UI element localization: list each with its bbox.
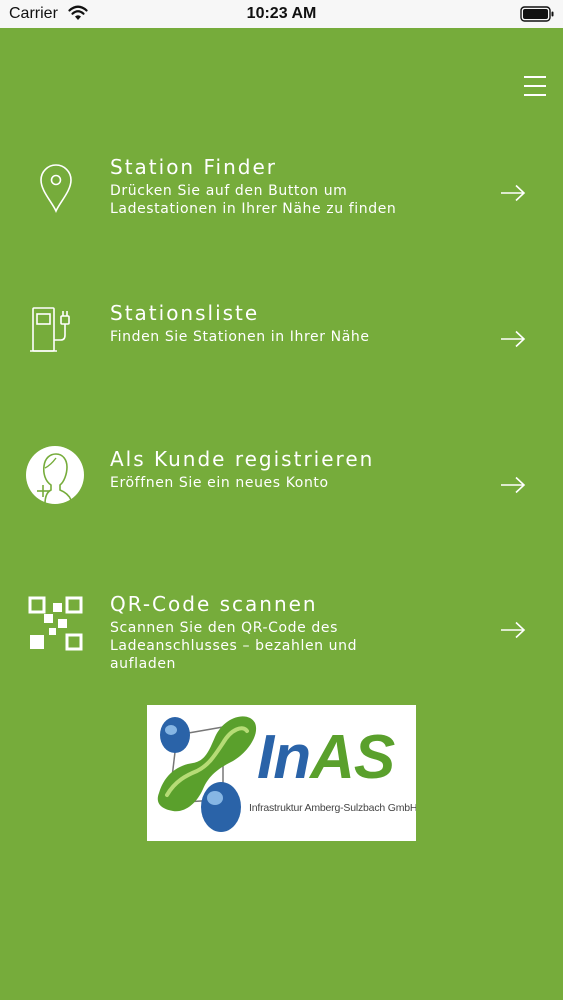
arrow-right-icon <box>501 476 526 494</box>
menu-item-title: Als Kunde registrieren <box>110 447 375 471</box>
location-pin-icon <box>40 164 72 213</box>
arrow-right-icon <box>501 621 526 639</box>
menu-item-title: Stationsliste <box>110 301 260 325</box>
arrow-right-icon <box>501 184 526 202</box>
logo-wordmark: InAS <box>257 727 395 789</box>
menu-item-register[interactable]: Als Kunde registrieren Eröffnen Sie ein … <box>0 442 563 522</box>
menu-item-description: Finden Sie Stationen in Ihrer Nähe <box>110 329 370 345</box>
inas-logo: InAS Infrastruktur Amberg-Sulzbach GmbH <box>147 705 416 841</box>
hamburger-menu-icon[interactable] <box>524 75 546 97</box>
menu-item-station-finder[interactable]: Station Finder Drücken Sie auf den Butto… <box>0 150 563 230</box>
menu-item-qr-scan[interactable]: QR-Code scannen Scannen Sie den QR-Code … <box>0 587 563 677</box>
qr-code-icon <box>28 596 83 651</box>
arrow-right-icon <box>501 330 526 348</box>
menu-item-stationsliste[interactable]: Stationsliste Finden Sie Stationen in Ih… <box>0 296 563 376</box>
status-bar: Carrier 10:23 AM <box>0 0 563 28</box>
user-add-icon <box>26 446 84 505</box>
logo-subtitle: Infrastruktur Amberg-Sulzbach GmbH <box>249 802 416 814</box>
menu-item-description: Drücken Sie auf den Button um Ladestatio… <box>110 183 397 217</box>
logo-wordmark-in: In <box>257 723 311 792</box>
logo-wordmark-as: AS <box>310 723 395 792</box>
menu-item-title: QR-Code scannen <box>110 592 318 616</box>
charging-station-icon <box>30 307 70 352</box>
battery-icon <box>520 6 554 22</box>
menu-item-description: Eröffnen Sie ein neues Konto <box>110 475 329 491</box>
status-time: 10:23 AM <box>246 5 317 22</box>
menu-item-description: Scannen Sie den QR-Code des Ladeanschlus… <box>110 620 358 672</box>
menu-item-title: Station Finder <box>110 155 277 179</box>
